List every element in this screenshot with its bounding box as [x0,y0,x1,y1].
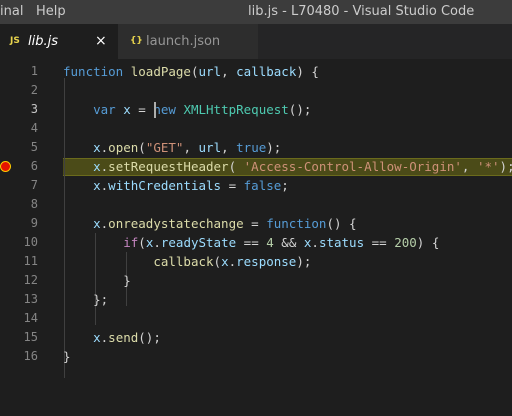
code-text: } [63,273,131,288]
code-line: 8 [0,195,512,214]
code-line: 5 x.open("GET", url, true); [0,138,512,157]
line-number: 9 [30,216,38,230]
code-text: } [63,349,71,364]
code-editor[interactable]: 1 function loadPage(url, callback) { 2 3… [0,59,512,416]
code-text: x.withCredentials = false; [93,178,289,193]
code-text: x.setRequestHeader( 'Access-Control-Allo… [93,159,512,174]
text-cursor [154,102,156,118]
code-line: 11 callback(x.response); [0,252,512,271]
line-number: 14 [23,311,38,325]
code-text: var x = new XMLHttpRequest(); [93,102,312,117]
tab-lib-js[interactable]: JS lib.js × [0,24,118,59]
line-number: 1 [30,64,38,78]
json-file-icon: {} [130,36,143,46]
code-line: 1 function loadPage(url, callback) { [0,62,512,81]
window-title: lib.js - L70480 - Visual Studio Code [248,4,475,19]
code-line: 4 [0,119,512,138]
line-number: 2 [30,83,38,97]
line-number: 10 [23,235,38,249]
code-line: 6 x.setRequestHeader( 'Access-Control-Al… [0,157,512,176]
code-text: function loadPage(url, callback) { [63,64,319,79]
code-text: x.send(); [93,330,161,345]
code-line: 9 x.onreadystatechange = function() { [0,214,512,233]
tab-launch-json[interactable]: {} launch.json [118,24,258,59]
code-line: 2 [0,81,512,100]
line-number: 11 [23,254,38,268]
line-number: 6 [30,159,38,173]
code-line: 10 if(x.readyState == 4 && x.status == 2… [0,233,512,252]
code-line: 13 }; [0,290,512,309]
tab-bar: JS lib.js × {} launch.json [0,24,512,59]
title-bar: inal Help lib.js - L70480 - Visual Studi… [0,0,512,24]
code-text: }; [63,292,109,307]
menu-item-help[interactable]: Help [36,4,66,19]
line-number: 3 [30,102,38,116]
tab-label: lib.js [28,34,58,49]
code-line: 14 [0,309,512,328]
js-file-icon: JS [10,36,20,46]
tab-label: launch.json [146,34,221,49]
code-line: 16 } [0,347,512,366]
line-number: 16 [23,349,38,363]
code-line: 12 } [0,271,512,290]
code-line: 15 x.send(); [0,328,512,347]
line-number: 4 [30,121,38,135]
line-number: 12 [23,273,38,287]
line-number: 13 [23,292,38,306]
code-text: x.onreadystatechange = function() { [93,216,357,231]
line-number: 7 [30,178,38,192]
code-text: callback(x.response); [153,254,312,269]
menu-item-terminal[interactable]: inal [0,4,23,19]
close-icon[interactable]: × [95,24,107,59]
line-number: 5 [30,140,38,154]
code-text: x.open("GET", url, true); [93,140,282,155]
line-number: 8 [30,197,38,211]
code-line: 3 var x = new XMLHttpRequest(); [0,100,512,119]
code-line: 7 x.withCredentials = false; [0,176,512,195]
line-number: 15 [23,330,38,344]
code-text: if(x.readyState == 4 && x.status == 200)… [123,235,440,250]
